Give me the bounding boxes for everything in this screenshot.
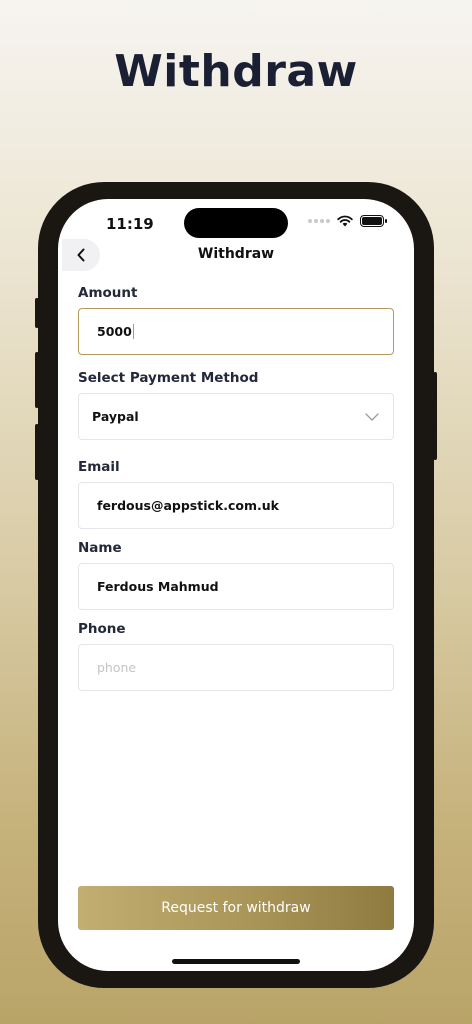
status-icons — [308, 215, 387, 227]
nav-title: Withdraw — [197, 246, 275, 262]
wifi-icon — [337, 215, 353, 227]
app-screen: 11:19 Withdraw Amount 5000 Select Paymen… — [58, 199, 414, 971]
name-value: Ferdous Mahmud — [97, 579, 219, 594]
email-field[interactable]: ferdous@appstick.com.uk — [78, 482, 394, 529]
home-indicator — [172, 959, 300, 964]
amount-value: 5000 — [97, 324, 132, 339]
signal-icon — [308, 219, 330, 223]
page-title: Withdraw — [114, 46, 358, 97]
status-time: 11:19 — [106, 215, 154, 233]
battery-icon — [360, 215, 387, 227]
phone-frame: 11:19 Withdraw Amount 5000 Select Paymen… — [38, 182, 434, 988]
name-field[interactable]: Ferdous Mahmud — [78, 563, 394, 610]
phone-field[interactable]: phone — [78, 644, 394, 691]
name-label: Name — [78, 540, 122, 556]
email-value: ferdous@appstick.com.uk — [97, 498, 279, 513]
email-label: Email — [78, 459, 120, 475]
request-withdraw-button[interactable]: Request for withdraw — [78, 886, 394, 930]
payment-method-value: Paypal — [92, 409, 139, 424]
text-cursor — [132, 324, 134, 339]
payment-method-label: Select Payment Method — [78, 370, 259, 386]
amount-input[interactable]: 5000 — [78, 308, 394, 355]
phone-label: Phone — [78, 621, 126, 637]
dynamic-island — [184, 208, 288, 238]
amount-label: Amount — [78, 285, 138, 301]
chevron-down-icon — [365, 412, 379, 421]
payment-method-select[interactable]: Paypal — [78, 393, 394, 440]
phone-placeholder: phone — [97, 660, 137, 675]
